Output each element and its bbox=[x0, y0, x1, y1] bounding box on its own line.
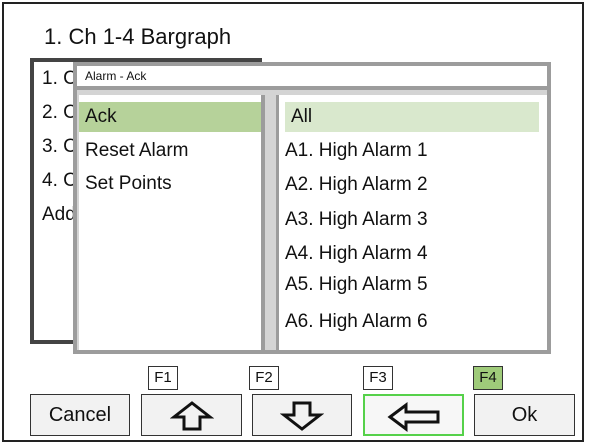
background-menu-item: 3. C bbox=[42, 136, 77, 157]
popup-title: Alarm - Ack bbox=[77, 66, 547, 90]
function-key-f1[interactable]: F1 bbox=[148, 366, 178, 390]
down-button[interactable] bbox=[252, 394, 352, 436]
ok-button[interactable]: Ok bbox=[474, 394, 575, 436]
action-item-ack[interactable]: Ack bbox=[79, 102, 261, 132]
screen-title: 1. Ch 1-4 Bargraph bbox=[44, 24, 232, 49]
action-list: Ack Reset Alarm Set Points bbox=[79, 95, 265, 350]
list-divider bbox=[266, 95, 274, 350]
action-item-reset-alarm[interactable]: Reset Alarm bbox=[79, 136, 261, 166]
alarm-item[interactable]: A6. High Alarm 6 bbox=[279, 307, 547, 337]
function-key-f3[interactable]: F3 bbox=[363, 366, 393, 390]
background-menu-item: 2. C bbox=[42, 102, 77, 123]
alarm-item-all[interactable]: All bbox=[285, 102, 539, 132]
background-menu-item: Add bbox=[42, 204, 76, 225]
alarm-item[interactable]: A4. High Alarm 4 bbox=[279, 239, 547, 269]
up-button[interactable] bbox=[141, 394, 242, 436]
alarm-item[interactable]: A3. High Alarm 3 bbox=[279, 205, 547, 235]
up-arrow-icon bbox=[169, 401, 214, 431]
back-button[interactable] bbox=[363, 394, 464, 436]
alarm-item[interactable]: A1. High Alarm 1 bbox=[279, 136, 547, 166]
left-arrow-icon bbox=[387, 402, 439, 432]
background-menu-item: 4. C bbox=[42, 170, 77, 191]
function-key-f2[interactable]: F2 bbox=[249, 366, 279, 390]
alarm-ack-popup: Alarm - Ack Ack Reset Alarm Set Points A… bbox=[73, 62, 551, 354]
cancel-button[interactable]: Cancel bbox=[30, 394, 130, 436]
down-arrow-icon bbox=[279, 401, 325, 431]
action-item-set-points[interactable]: Set Points bbox=[79, 169, 261, 199]
alarm-item[interactable]: A5. High Alarm 5 bbox=[279, 270, 547, 300]
background-menu-item: 1. C bbox=[42, 68, 77, 89]
alarm-item[interactable]: A2. High Alarm 2 bbox=[279, 170, 547, 200]
alarm-list: All A1. High Alarm 1 A2. High Alarm 2 A3… bbox=[276, 95, 547, 350]
function-key-f4[interactable]: F4 bbox=[473, 366, 503, 390]
